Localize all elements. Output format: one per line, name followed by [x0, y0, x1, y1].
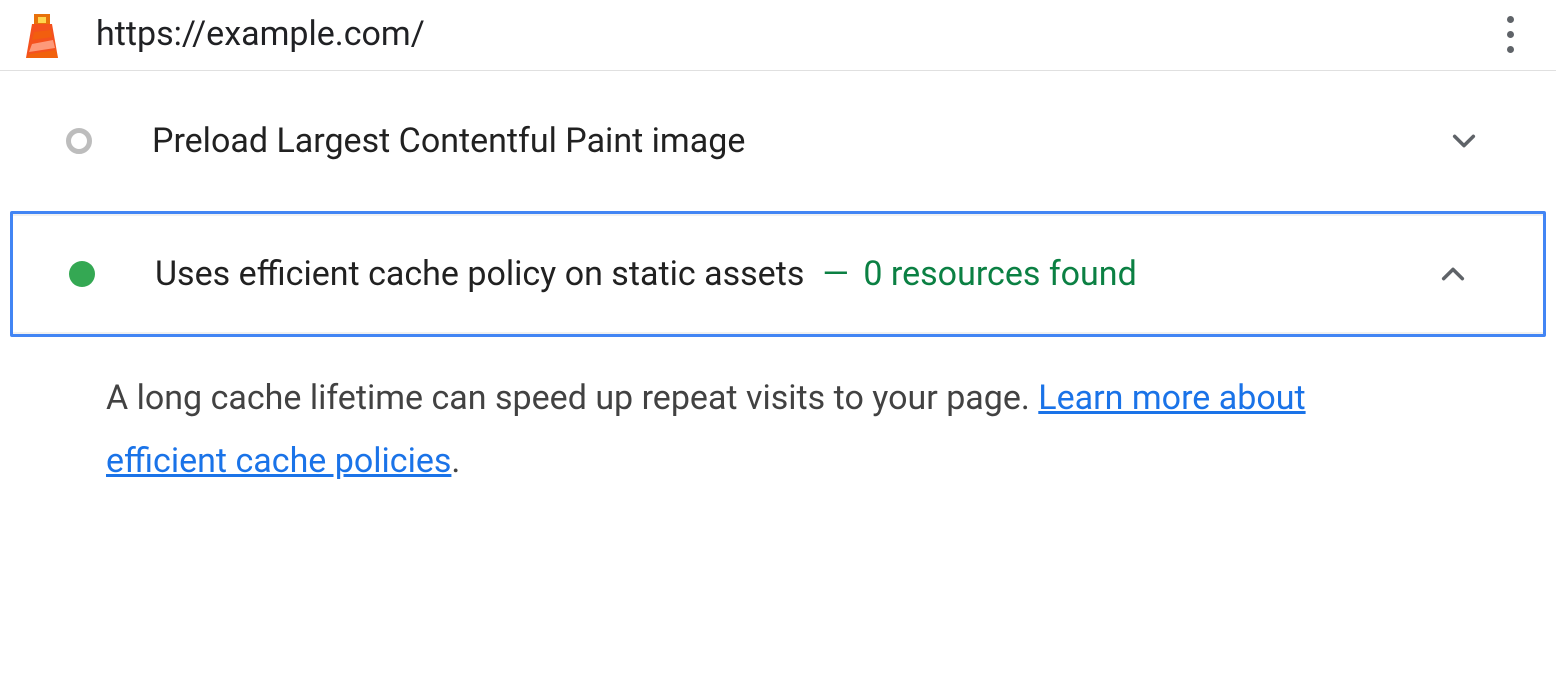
audit-result: — 0 resources found [822, 254, 1136, 294]
status-pass-icon [69, 261, 95, 287]
status-neutral-icon [66, 128, 92, 154]
kebab-dot-icon [1507, 31, 1514, 38]
description-text: A long cache lifetime can speed up repea… [106, 378, 1038, 418]
kebab-dot-icon [1507, 16, 1514, 23]
lighthouse-logo-icon [18, 10, 66, 58]
audit-row-cache-policy[interactable]: Uses efficient cache policy on static as… [10, 211, 1546, 337]
result-dash: — [822, 254, 849, 294]
audit-list: Preload Largest Contentful Paint image U… [0, 71, 1556, 533]
more-menu-button[interactable] [1490, 10, 1530, 58]
chevron-up-icon [1439, 260, 1467, 288]
audit-title: Preload Largest Contentful Paint image [152, 121, 745, 161]
chevron-down-icon [1450, 127, 1478, 155]
report-url: https://example.com/ [96, 14, 1490, 54]
description-period: . [451, 441, 460, 481]
kebab-dot-icon [1507, 46, 1514, 53]
result-text: 0 resources found [863, 254, 1136, 294]
audit-description: A long cache lifetime can speed up repea… [60, 337, 1496, 533]
audit-title: Uses efficient cache policy on static as… [155, 254, 804, 294]
report-header: https://example.com/ [0, 0, 1556, 71]
audit-row-preload-lcp[interactable]: Preload Largest Contentful Paint image [60, 99, 1496, 183]
